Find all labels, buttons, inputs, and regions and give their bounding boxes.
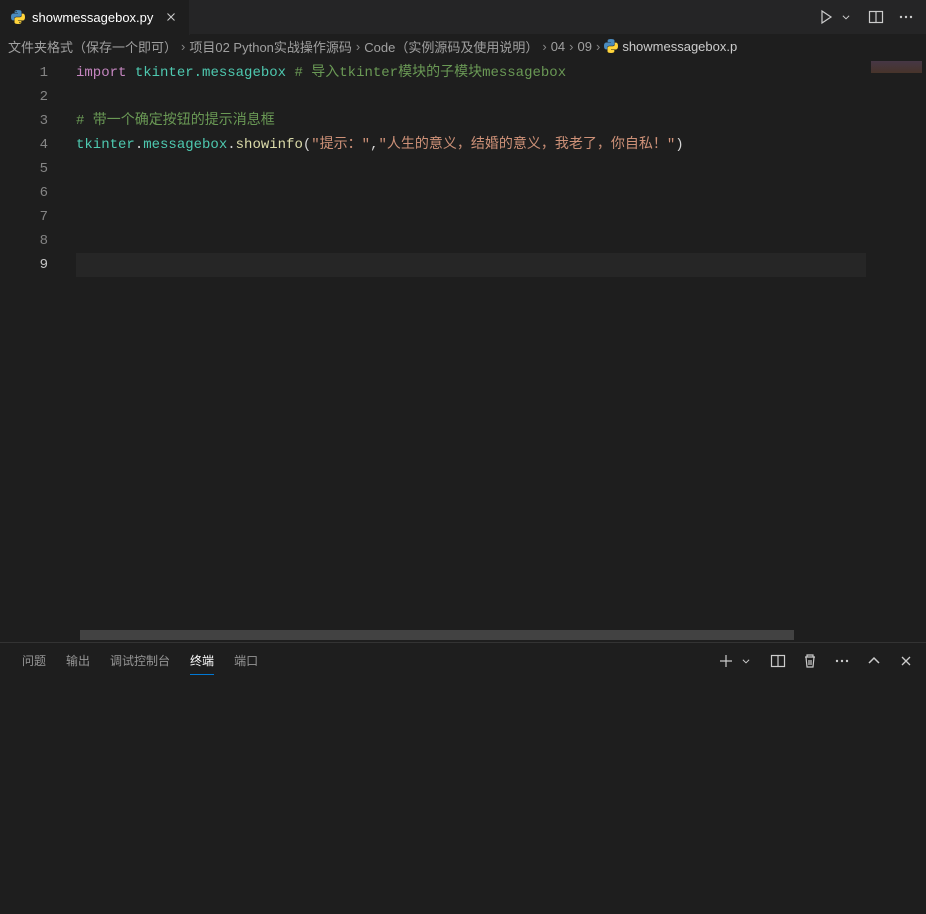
line-number: 7 [0, 205, 48, 229]
code-line[interactable] [76, 229, 866, 253]
code-line[interactable] [76, 205, 866, 229]
plus-icon[interactable] [718, 653, 734, 669]
panel-tab-output[interactable]: 输出 [56, 643, 100, 678]
code-editor[interactable]: import tkinter.messagebox # 导入tkinter模块的… [68, 57, 866, 642]
line-number-gutter: 123456789 [0, 57, 68, 642]
close-icon[interactable] [163, 9, 179, 25]
chevron-right-icon: › [542, 39, 546, 54]
breadcrumb-segment[interactable]: 09 [578, 39, 592, 54]
editor-area: 123456789 import tkinter.messagebox # 导入… [0, 57, 926, 642]
line-number: 8 [0, 229, 48, 253]
code-line[interactable] [76, 253, 866, 277]
python-file-icon [10, 9, 26, 25]
more-icon[interactable] [898, 9, 914, 25]
line-number: 2 [0, 85, 48, 109]
line-number: 1 [0, 61, 48, 85]
code-line[interactable]: tkinter.messagebox.showinfo("提示：","人生的意义… [76, 133, 866, 157]
split-editor-icon[interactable] [868, 9, 884, 25]
terminal-body[interactable] [0, 678, 926, 914]
horizontal-scrollbar[interactable] [80, 628, 856, 642]
close-icon[interactable] [898, 653, 914, 669]
panel-actions [718, 653, 914, 669]
chevron-right-icon: › [596, 39, 600, 54]
tab-filename: showmessagebox.py [32, 10, 153, 25]
editor-tab[interactable]: showmessagebox.py [0, 0, 190, 35]
scrollbar-thumb[interactable] [80, 630, 794, 640]
panel-tab-bar: 问题输出调试控制台终端端口 [0, 643, 926, 678]
breadcrumb-filename: showmessagebox.p [622, 39, 737, 54]
run-icon[interactable] [818, 9, 834, 25]
tab-actions [818, 9, 926, 25]
code-line[interactable] [76, 85, 866, 109]
minimap-overview [871, 61, 922, 73]
panel-tab-debug-console[interactable]: 调试控制台 [100, 643, 180, 678]
code-line[interactable]: import tkinter.messagebox # 导入tkinter模块的… [76, 61, 866, 85]
chevron-right-icon: › [356, 39, 360, 54]
tab-bar: showmessagebox.py [0, 0, 926, 35]
line-number: 6 [0, 181, 48, 205]
breadcrumb-segment[interactable]: 项目02 Python实战操作源码 [189, 37, 352, 56]
code-line[interactable]: # 带一个确定按钮的提示消息框 [76, 109, 866, 133]
line-number: 3 [0, 109, 48, 133]
panel-tab-problems[interactable]: 问题 [12, 643, 56, 678]
panel-tab-ports[interactable]: 端口 [224, 643, 268, 678]
chevron-down-icon[interactable] [738, 653, 754, 669]
breadcrumb-segment[interactable]: 04 [551, 39, 565, 54]
chevron-right-icon: › [181, 39, 185, 54]
code-line[interactable] [76, 181, 866, 205]
chevron-down-icon[interactable] [838, 9, 854, 25]
split-panel-icon[interactable] [770, 653, 786, 669]
line-number: 4 [0, 133, 48, 157]
breadcrumb-segment[interactable]: 文件夹格式（保存一个即可） [8, 37, 177, 56]
minimap[interactable] [866, 57, 926, 642]
breadcrumb-file[interactable]: showmessagebox.p [604, 39, 737, 54]
python-file-icon [604, 39, 618, 53]
chevron-up-icon[interactable] [866, 653, 882, 669]
bottom-panel: 问题输出调试控制台终端端口 [0, 642, 926, 914]
panel-tab-terminal[interactable]: 终端 [180, 643, 224, 678]
breadcrumb[interactable]: 文件夹格式（保存一个即可） › 项目02 Python实战操作源码 › Code… [0, 35, 926, 57]
breadcrumb-segment[interactable]: Code（实例源码及使用说明） [364, 37, 538, 56]
line-number: 9 [0, 253, 48, 277]
code-line[interactable] [76, 157, 866, 181]
trash-icon[interactable] [802, 653, 818, 669]
line-number: 5 [0, 157, 48, 181]
more-icon[interactable] [834, 653, 850, 669]
chevron-right-icon: › [569, 39, 573, 54]
